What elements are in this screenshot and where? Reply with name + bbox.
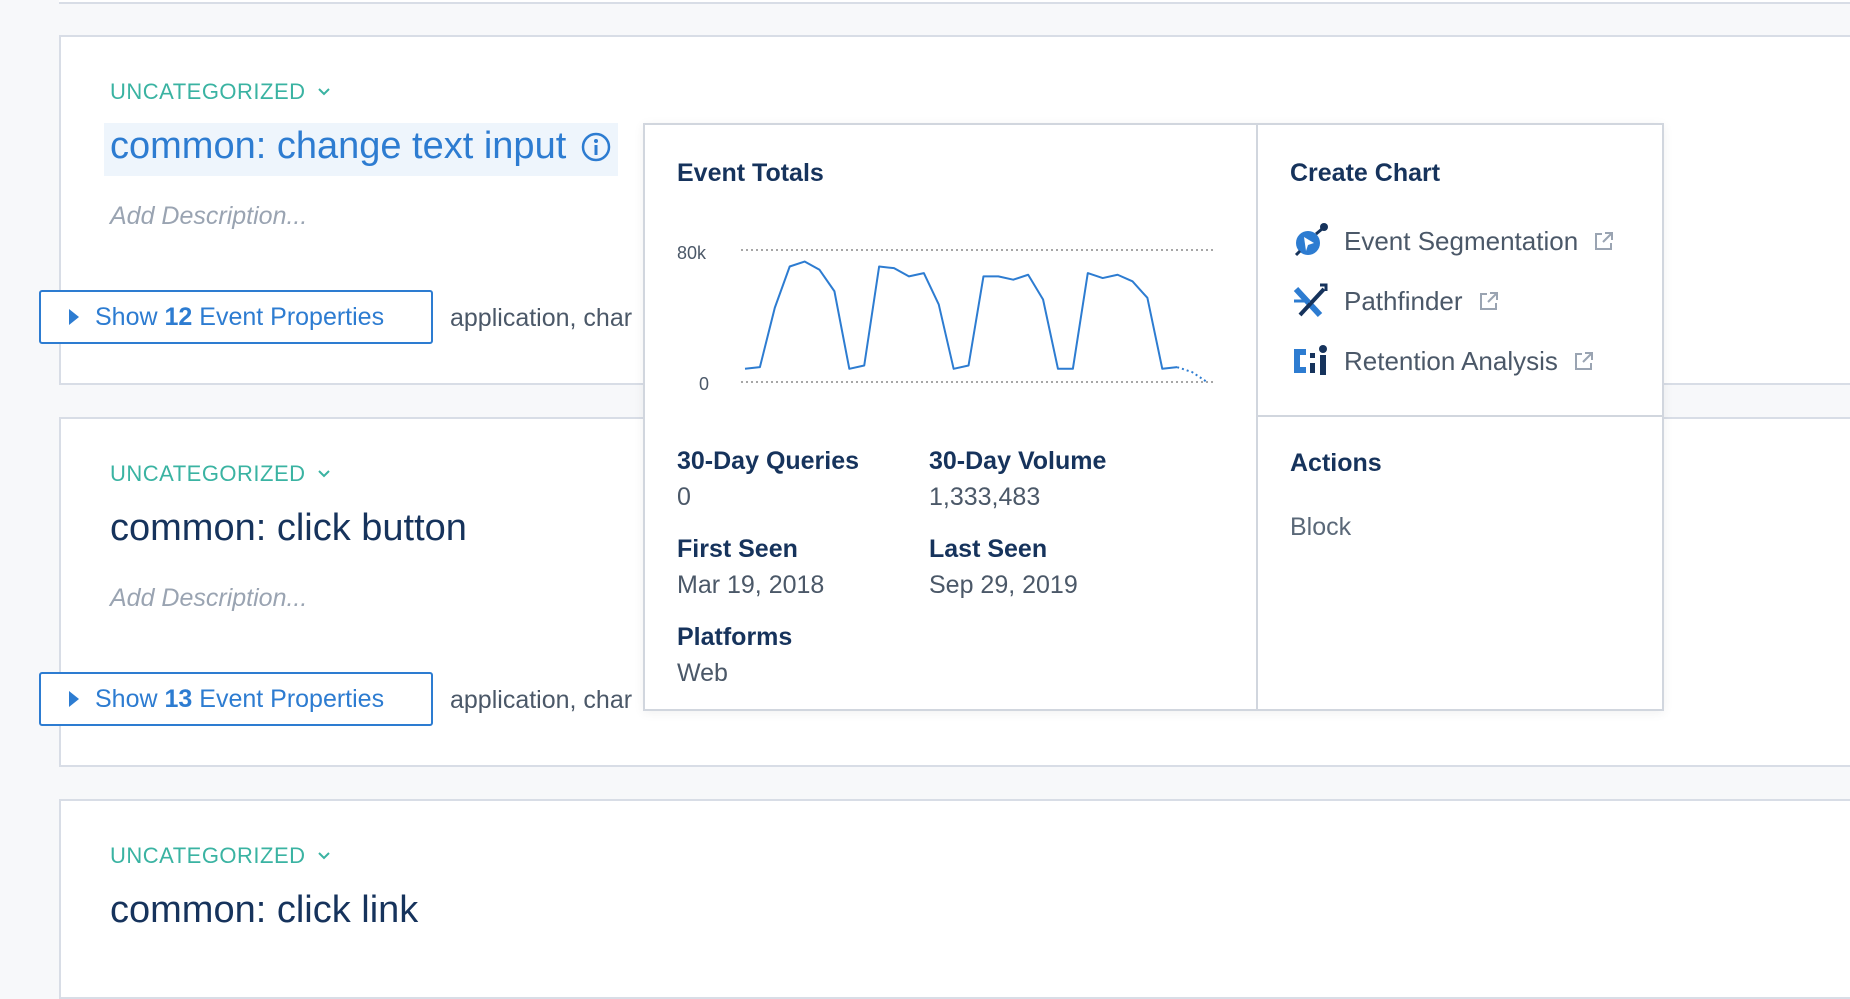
pathfinder-icon: [1293, 283, 1328, 318]
event-title[interactable]: common: change text input: [104, 123, 619, 176]
category-dropdown[interactable]: UNCATEGORIZED: [110, 79, 332, 105]
event-details-popover: Event Totals 80k 0 30-Day Queries 0 30-D…: [643, 123, 1664, 711]
caret-right-icon: [69, 691, 79, 707]
panel-divider: [1258, 415, 1662, 417]
volume-value: 1,333,483: [929, 483, 1041, 511]
category-label: UNCATEGORIZED: [110, 79, 306, 104]
create-chart-title: Create Chart: [1290, 159, 1441, 187]
first-seen-label: First Seen: [677, 535, 798, 563]
show-event-properties-button[interactable]: Show 13 Event Properties: [39, 672, 433, 726]
series-line-partial: [1176, 366, 1208, 383]
event-segmentation-icon: [1294, 223, 1328, 257]
pathfinder-link[interactable]: Pathfinder: [1290, 281, 1501, 321]
event-title[interactable]: common: click link: [110, 889, 418, 932]
previous-card-bottom: [59, 0, 1850, 4]
category-label: UNCATEGORIZED: [110, 843, 306, 868]
pathfinder-label: Pathfinder: [1344, 285, 1463, 316]
platforms-label: Platforms: [677, 623, 793, 651]
properties-preview: application, char: [450, 304, 633, 332]
last-seen-label: Last Seen: [929, 535, 1048, 563]
external-link-icon: [1574, 352, 1593, 370]
event-totals-chart: 80k 0: [677, 243, 1213, 394]
event-title-text: common: change text input: [110, 125, 567, 167]
external-link-icon: [1479, 292, 1498, 310]
last-seen-value: Sep 29, 2019: [929, 571, 1078, 599]
show-event-properties-button[interactable]: Show 12 Event Properties: [39, 290, 433, 344]
volume-label: 30-Day Volume: [929, 447, 1107, 475]
properties-preview: application, char: [450, 686, 633, 714]
event-segmentation-link[interactable]: Event Segmentation: [1290, 221, 1616, 261]
retention-analysis-icon: [1294, 345, 1327, 375]
category-label: UNCATEGORIZED: [110, 461, 306, 486]
event-title[interactable]: common: click button: [110, 507, 467, 550]
external-link-icon: [1595, 232, 1614, 250]
series-line: [744, 260, 1178, 370]
chart-actions-panel: Create Chart Event Segmentation Pathfind…: [1258, 125, 1662, 709]
y-tick-label: 80k: [677, 243, 707, 263]
block-action[interactable]: Block: [1290, 513, 1351, 542]
show-properties-label: Show 12 Event Properties: [95, 302, 385, 331]
category-dropdown[interactable]: UNCATEGORIZED: [110, 843, 332, 869]
retention-analysis-link[interactable]: Retention Analysis: [1290, 341, 1596, 381]
category-dropdown[interactable]: UNCATEGORIZED: [110, 461, 332, 487]
chevron-down-icon: [317, 88, 330, 96]
platforms-value: Web: [677, 659, 728, 687]
add-description-field[interactable]: Add Description...: [110, 202, 307, 231]
event-segmentation-label: Event Segmentation: [1344, 225, 1579, 256]
event-stats-panel: Event Totals 80k 0 30-Day Queries 0 30-D…: [645, 125, 1258, 709]
chevron-down-icon: [317, 852, 330, 860]
chevron-down-icon: [317, 470, 330, 478]
queries-label: 30-Day Queries: [677, 447, 860, 475]
event-card: UNCATEGORIZED common: click link: [59, 799, 1850, 999]
info-icon[interactable]: [580, 131, 612, 163]
caret-right-icon: [69, 309, 79, 325]
y-tick-label: 0: [699, 374, 709, 394]
retention-analysis-label: Retention Analysis: [1344, 345, 1558, 376]
first-seen-value: Mar 19, 2018: [677, 571, 825, 599]
show-properties-label: Show 13 Event Properties: [95, 684, 385, 713]
queries-value: 0: [677, 483, 691, 511]
add-description-field[interactable]: Add Description...: [110, 584, 307, 613]
actions-title: Actions: [1290, 449, 1382, 477]
